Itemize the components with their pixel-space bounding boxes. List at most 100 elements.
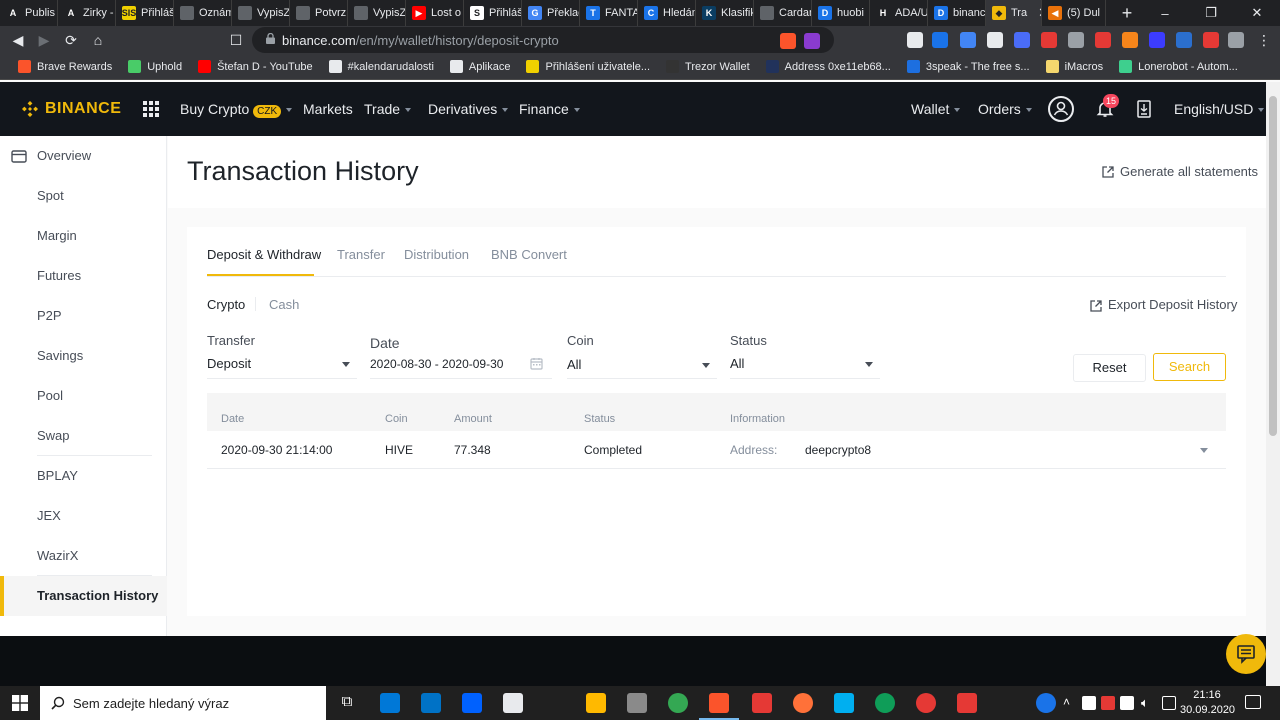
bookmark-item[interactable]: Aplikace: [442, 60, 519, 73]
browser-tab[interactable]: Cardan: [754, 0, 812, 26]
forward-icon[interactable]: ▶: [34, 30, 54, 50]
bookmark-item[interactable]: #kalendarudalosti: [321, 60, 442, 73]
sidebar-item-bplay[interactable]: BPLAY: [0, 456, 167, 496]
sidebar-item-savings[interactable]: Savings: [0, 336, 167, 376]
binance-logo-text[interactable]: BINANCE: [45, 82, 121, 136]
nav-finance[interactable]: Finance: [519, 82, 580, 136]
generate-statements-link[interactable]: Generate all statements: [1120, 164, 1258, 179]
sidebar-item-overview[interactable]: Overview: [0, 136, 167, 176]
browser-tab[interactable]: A Zirky -: [58, 0, 116, 26]
dropbox-app-icon[interactable]: [462, 693, 482, 713]
tab-deposit-withdraw[interactable]: Deposit & Withdraw: [207, 247, 321, 262]
browser-tab[interactable]: ▶ Lost o: [406, 0, 464, 26]
qr-extension-icon[interactable]: [907, 32, 923, 48]
scrollbar-thumb[interactable]: [1269, 96, 1277, 436]
table-row[interactable]: [207, 431, 1226, 469]
bookmark-item[interactable]: 3speak - The free s...: [899, 60, 1038, 73]
nav-orders[interactable]: Orders: [978, 82, 1032, 136]
search-button[interactable]: Search: [1153, 353, 1226, 381]
browser-tab[interactable]: ◆Tra✕: [986, 0, 1042, 26]
browser-tab[interactable]: Dhuobi: [812, 0, 870, 26]
nav-buy-crypto[interactable]: Buy Crypto CZK: [180, 82, 293, 136]
browser-tab[interactable]: VypisZ: [232, 0, 290, 26]
browser-tab[interactable]: ◀ (5) Dul: [1042, 0, 1106, 26]
back-icon[interactable]: ◀: [8, 30, 28, 50]
new-tab-button[interactable]: +: [1116, 3, 1138, 24]
browser-tab[interactable]: G Překlac: [522, 0, 580, 26]
windows-start-icon[interactable]: [12, 695, 28, 711]
pdf-extension-icon[interactable]: [1041, 32, 1057, 48]
shield-extension-icon[interactable]: [1014, 32, 1030, 48]
bookmark-item[interactable]: Trezor Wallet: [658, 60, 758, 73]
pen-extension-icon[interactable]: [1203, 32, 1219, 48]
nav-derivatives[interactable]: Derivatives: [428, 82, 509, 136]
language-selector[interactable]: English/USD: [1174, 82, 1265, 136]
clock-date[interactable]: 30.09.2020: [1180, 704, 1235, 716]
sidebar-item-p2p[interactable]: P2P: [0, 296, 167, 336]
expand-row-chevron-icon[interactable]: [1200, 448, 1208, 453]
row-info-value[interactable]: deepcrypto8: [805, 443, 871, 457]
chrome-app-icon[interactable]: [668, 693, 688, 713]
app-icon[interactable]: [957, 693, 977, 713]
metamask-extension-icon[interactable]: [1122, 32, 1138, 48]
window-extension-icon[interactable]: [1068, 32, 1084, 48]
brave-rewards-icon[interactable]: [804, 33, 820, 49]
bookmark-item[interactable]: Přihlášení uživatele...: [518, 60, 658, 73]
extensions-puzzle-icon[interactable]: [1228, 32, 1244, 48]
taskbar-search-box[interactable]: Sem zadejte hledaný výraz: [40, 686, 326, 720]
minimize-button[interactable]: –: [1142, 6, 1188, 21]
nav-trade[interactable]: Trade: [364, 82, 412, 136]
app-icon[interactable]: [916, 693, 936, 713]
skype-app-icon[interactable]: [834, 693, 854, 713]
help-icon[interactable]: [1036, 693, 1056, 713]
browser-tab[interactable]: A Publis: [0, 0, 58, 26]
browser-tab[interactable]: T FANTA: [580, 0, 638, 26]
browser-tab[interactable]: Dbinanc: [928, 0, 986, 26]
brave-shields-icon[interactable]: [780, 33, 796, 49]
reset-button[interactable]: Reset: [1073, 354, 1146, 382]
nav-markets[interactable]: Markets: [303, 82, 353, 136]
address-bar[interactable]: binance.com/en/my/wallet/history/deposit…: [252, 27, 834, 53]
subtab-crypto[interactable]: Crypto: [207, 297, 245, 312]
binance-logo-icon[interactable]: [20, 99, 40, 119]
maximize-button[interactable]: ❐: [1188, 5, 1234, 21]
browser-tab[interactable]: C Hledán: [638, 0, 696, 26]
apps-grid-icon[interactable]: [143, 101, 159, 117]
app-icon[interactable]: [752, 693, 772, 713]
tab-bnb-convert[interactable]: BNB Convert: [491, 247, 567, 262]
folder-app-icon[interactable]: [586, 693, 606, 713]
sidebar-item-jex[interactable]: JEX: [0, 496, 167, 536]
sidebar-item-spot[interactable]: Spot: [0, 176, 167, 216]
nav-wallet[interactable]: Wallet: [911, 82, 961, 136]
tray-app-icon[interactable]: [1120, 696, 1134, 710]
tray-app-icon[interactable]: [1082, 696, 1096, 710]
firefox-app-icon[interactable]: [793, 693, 813, 713]
network-icon[interactable]: [1162, 696, 1176, 710]
sidebar-item-margin[interactable]: Margin: [0, 216, 167, 256]
browser-tab[interactable]: Potvrz: [290, 0, 348, 26]
lastpass-extension-icon[interactable]: [1095, 32, 1111, 48]
new-extension-icon[interactable]: [932, 32, 948, 48]
notifications-center-icon[interactable]: [1245, 695, 1261, 709]
home-icon[interactable]: ⌂: [88, 30, 108, 50]
coin-select[interactable]: All: [567, 349, 717, 379]
transfer-select[interactable]: Deposit: [207, 349, 357, 379]
bookmark-item[interactable]: Brave Rewards: [10, 60, 120, 73]
chat-support-button[interactable]: [1226, 634, 1266, 674]
bookmark-icon[interactable]: ☐: [226, 30, 246, 50]
bookmark-item[interactable]: Address 0xe11eb68...: [758, 60, 899, 73]
wallet-extension-icon[interactable]: [1149, 32, 1165, 48]
bookmark-item[interactable]: Štefan D - YouTube: [190, 60, 321, 73]
bookmark-item[interactable]: iMacros: [1038, 60, 1112, 73]
sidebar-item-swap[interactable]: Swap: [0, 416, 167, 456]
mail-app-icon[interactable]: [421, 693, 441, 713]
sidebar-item-futures[interactable]: Futures: [0, 256, 167, 296]
tray-app-icon[interactable]: [1101, 696, 1115, 710]
download-icon[interactable]: [1137, 100, 1151, 118]
volume-icon[interactable]: 🔈︎: [1141, 695, 1149, 711]
browser-tab[interactable]: Oznám: [174, 0, 232, 26]
date-range-picker[interactable]: 2020-08-30 - 2020-09-30: [370, 349, 552, 379]
calculator-app-icon[interactable]: [627, 693, 647, 713]
browser-tab[interactable]: K Klasifik: [696, 0, 754, 26]
reload-icon[interactable]: ⟳: [61, 30, 81, 50]
